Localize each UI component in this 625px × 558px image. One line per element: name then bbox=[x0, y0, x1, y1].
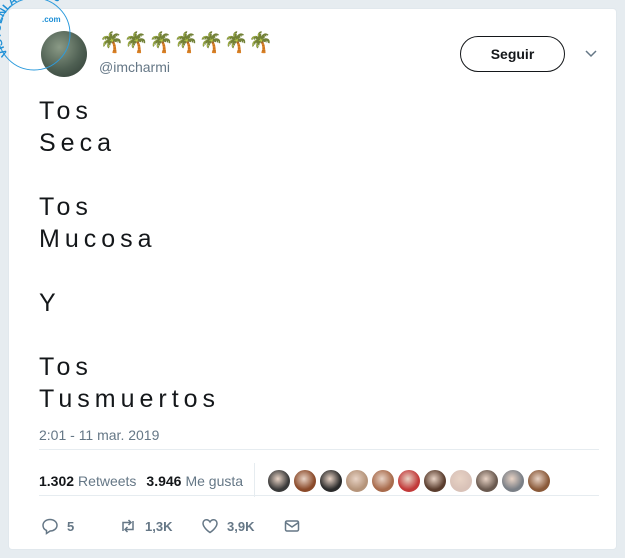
heart-icon bbox=[202, 519, 218, 534]
retweets-stat[interactable]: 1.302 Retweets bbox=[39, 473, 136, 489]
tweet-text: Tos Seca Tos Mucosa Y Tos Tusmuertos bbox=[39, 97, 221, 413]
liker-avatar[interactable] bbox=[423, 469, 447, 493]
divider-bottom bbox=[39, 495, 599, 496]
liker-avatar[interactable] bbox=[527, 469, 551, 493]
liker-avatar[interactable] bbox=[345, 469, 369, 493]
liker-avatar[interactable] bbox=[371, 469, 395, 493]
liker-avatar[interactable] bbox=[449, 469, 473, 493]
liker-avatar[interactable] bbox=[293, 469, 317, 493]
reply-button[interactable]: 5 bbox=[41, 517, 119, 535]
liker-avatar[interactable] bbox=[267, 469, 291, 493]
retweet-button[interactable]: 1,3K bbox=[119, 517, 201, 535]
retweets-label: Retweets bbox=[78, 473, 137, 489]
divider-top bbox=[39, 449, 599, 450]
retweet-icon bbox=[122, 519, 134, 533]
reply-count: 5 bbox=[67, 518, 75, 534]
tweet-timestamp[interactable]: 2:01 - 11 mar. 2019 bbox=[39, 427, 159, 443]
tweet-card: 🌴🌴🌴🌴🌴🌴🌴 @imcharmi Seguir Tos Seca Tos Mu… bbox=[8, 8, 617, 550]
retweets-count: 1.302 bbox=[39, 473, 75, 489]
chevron-down-icon[interactable] bbox=[583, 47, 599, 61]
retweet-count: 1,3K bbox=[145, 518, 173, 534]
user-handle[interactable]: @imcharmi bbox=[99, 59, 170, 75]
liker-avatars bbox=[267, 469, 553, 493]
engagement-stats: 1.302 Retweets 3.946 Me gusta bbox=[39, 471, 253, 491]
reply-icon bbox=[42, 518, 58, 535]
likes-stat[interactable]: 3.946 Me gusta bbox=[146, 473, 243, 489]
follow-button[interactable]: Seguir bbox=[460, 36, 565, 72]
likes-label: Me gusta bbox=[185, 473, 244, 489]
envelope-icon bbox=[284, 520, 300, 532]
like-count: 3,9K bbox=[227, 518, 255, 534]
liker-avatar[interactable] bbox=[501, 469, 525, 493]
site-watermark: VISTOENLASREDES .com bbox=[0, 0, 71, 71]
stats-separator bbox=[254, 463, 255, 497]
display-name[interactable]: 🌴🌴🌴🌴🌴🌴🌴 bbox=[99, 31, 273, 55]
liker-avatar[interactable] bbox=[319, 469, 343, 493]
direct-message-button[interactable] bbox=[283, 517, 301, 535]
liker-avatar[interactable] bbox=[397, 469, 421, 493]
like-button[interactable]: 3,9K bbox=[201, 517, 283, 535]
action-bar: 5 1,3K 3,9K bbox=[41, 517, 301, 535]
watermark-domain: .com bbox=[42, 15, 61, 24]
likes-count: 3.946 bbox=[146, 473, 182, 489]
liker-avatar[interactable] bbox=[475, 469, 499, 493]
